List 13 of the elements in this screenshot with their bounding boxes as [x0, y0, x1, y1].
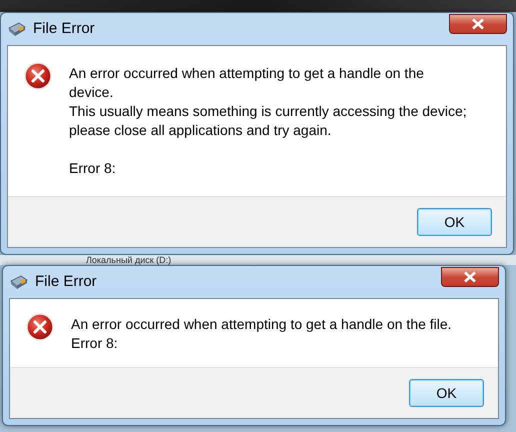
- drive-label: Локальный диск (D:): [86, 255, 172, 265]
- window-title: File Error: [35, 272, 97, 292]
- window-title: File Error: [33, 18, 95, 39]
- error-icon: [26, 313, 54, 341]
- close-icon: [463, 271, 477, 283]
- close-icon: [471, 18, 485, 30]
- error-message: An error occurred when attempting to get a handle on the device. This usually means something is currently accessing the device; please close all applications and try again. Error 8:: [69, 64, 468, 178]
- close-button[interactable]: [441, 267, 499, 287]
- ok-button[interactable]: OK: [409, 379, 484, 407]
- ok-button[interactable]: OK: [417, 208, 492, 236]
- error-icon: [24, 62, 52, 90]
- close-button[interactable]: [449, 14, 507, 34]
- error-message: An error occurred when attempting to get a handle on the file. Error 8:: [71, 315, 453, 353]
